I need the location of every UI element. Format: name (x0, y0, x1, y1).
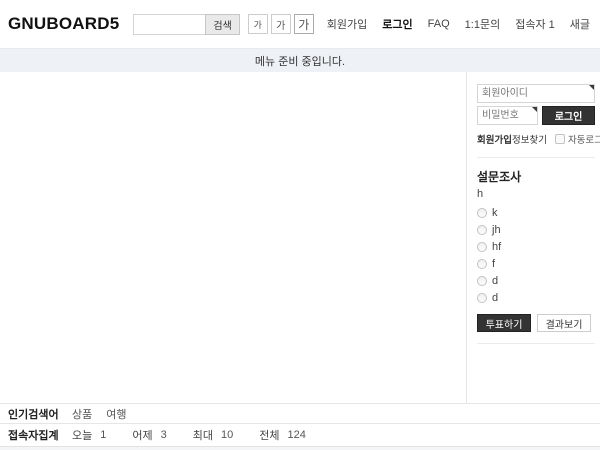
nav-qa-link[interactable]: 1:1문의 (465, 16, 501, 32)
radio-icon[interactable] (477, 225, 487, 235)
main-content-area (0, 72, 467, 403)
search-input[interactable] (133, 14, 205, 35)
poll-options: k jh hf f d (477, 206, 595, 305)
footer-band (0, 446, 600, 450)
poll-result-button[interactable]: 결과보기 (537, 314, 591, 332)
nav-new-posts-link[interactable]: 새글 (570, 16, 590, 32)
radio-icon[interactable] (477, 242, 487, 252)
stat-total: 전체 124 (259, 427, 306, 443)
poll-option-label: d (492, 292, 498, 304)
stat-today: 오늘 1 (72, 427, 106, 443)
font-size-medium-button[interactable]: 가 (271, 14, 291, 34)
keyword-link[interactable]: 여행 (106, 406, 126, 422)
site-header: GNUBOARD5 검색 가 가 가 회원가입 로그인 FAQ 1:1문의 접속… (0, 0, 600, 48)
find-info-link[interactable]: 정보찾기 (512, 132, 547, 146)
auto-login-label: 자동로그인 (568, 132, 600, 146)
poll-option-label: k (492, 207, 498, 219)
poll-option-label: hf (492, 241, 501, 253)
font-size-controls: 가 가 가 (248, 14, 314, 34)
page-body: 로그인 회원가입 정보찾기 자동로그인 설문조사 h k (0, 72, 600, 403)
radio-icon[interactable] (477, 276, 487, 286)
sidebar: 로그인 회원가입 정보찾기 자동로그인 설문조사 h k (467, 72, 600, 403)
poll-option-label: jh (492, 224, 501, 236)
stat-name: 오늘 (72, 427, 92, 443)
menu-placeholder-text: 메뉴 준비 중입니다. (255, 53, 345, 69)
font-size-large-button[interactable]: 가 (294, 14, 314, 34)
poll-option-label: f (492, 258, 495, 270)
poll-option: f (477, 257, 595, 271)
menu-bar: 메뉴 준비 중입니다. (0, 48, 600, 72)
radio-icon[interactable] (477, 259, 487, 269)
vote-button[interactable]: 투표하기 (477, 314, 531, 332)
stat-value: 124 (288, 429, 306, 441)
popular-keywords-label: 인기검색어 (8, 406, 72, 422)
popular-keywords-row: 인기검색어 상품 여행 (0, 403, 600, 423)
stat-value: 3 (161, 429, 167, 441)
auto-login-group: 자동로그인 (555, 132, 600, 146)
poll-option-label: d (492, 275, 498, 287)
site-logo[interactable]: GNUBOARD5 (8, 14, 119, 34)
visitor-stats-label: 접속자집계 (8, 427, 72, 443)
stat-value: 10 (221, 429, 233, 441)
stat-value: 1 (100, 429, 106, 441)
stat-yesterday: 어제 3 (132, 427, 166, 443)
poll-option: hf (477, 240, 595, 254)
member-id-input[interactable] (477, 84, 595, 103)
poll-question: h (477, 188, 595, 200)
nav-register-link[interactable]: 회원가입 (327, 16, 367, 32)
top-nav: 회원가입 로그인 FAQ 1:1문의 접속자 1 새글 (327, 16, 590, 32)
poll-title: 설문조사 (477, 168, 595, 185)
search-button[interactable]: 검색 (205, 14, 239, 35)
nav-connect-link[interactable]: 접속자 1 (515, 16, 555, 32)
poll-option: jh (477, 223, 595, 237)
auto-login-checkbox[interactable] (555, 134, 565, 144)
poll-buttons-row: 투표하기 결과보기 (477, 314, 595, 332)
login-button[interactable]: 로그인 (542, 106, 595, 125)
poll-option: k (477, 206, 595, 220)
poll-widget: 설문조사 h k jh hf f (477, 168, 595, 344)
sidebar-divider (477, 157, 595, 158)
poll-option: d (477, 274, 595, 288)
stat-name: 최대 (193, 427, 213, 443)
sidebar-divider (477, 343, 595, 344)
signup-link[interactable]: 회원가입 (477, 132, 512, 146)
radio-icon[interactable] (477, 293, 487, 303)
stat-name: 전체 (259, 427, 279, 443)
stat-name: 어제 (132, 427, 152, 443)
keyword-link[interactable]: 상품 (72, 406, 92, 422)
login-links-row: 회원가입 정보찾기 자동로그인 (477, 132, 595, 146)
visitor-stats-row: 접속자집계 오늘 1 어제 3 최대 10 전체 124 (0, 423, 600, 446)
nav-faq-link[interactable]: FAQ (428, 18, 450, 30)
font-size-small-button[interactable]: 가 (248, 14, 268, 34)
radio-icon[interactable] (477, 208, 487, 218)
poll-option: d (477, 291, 595, 305)
nav-login-link[interactable]: 로그인 (382, 16, 412, 32)
header-search-form: 검색 (133, 14, 239, 35)
login-widget: 로그인 회원가입 정보찾기 자동로그인 (477, 84, 595, 146)
stat-max: 최대 10 (193, 427, 234, 443)
password-input[interactable] (477, 106, 538, 125)
